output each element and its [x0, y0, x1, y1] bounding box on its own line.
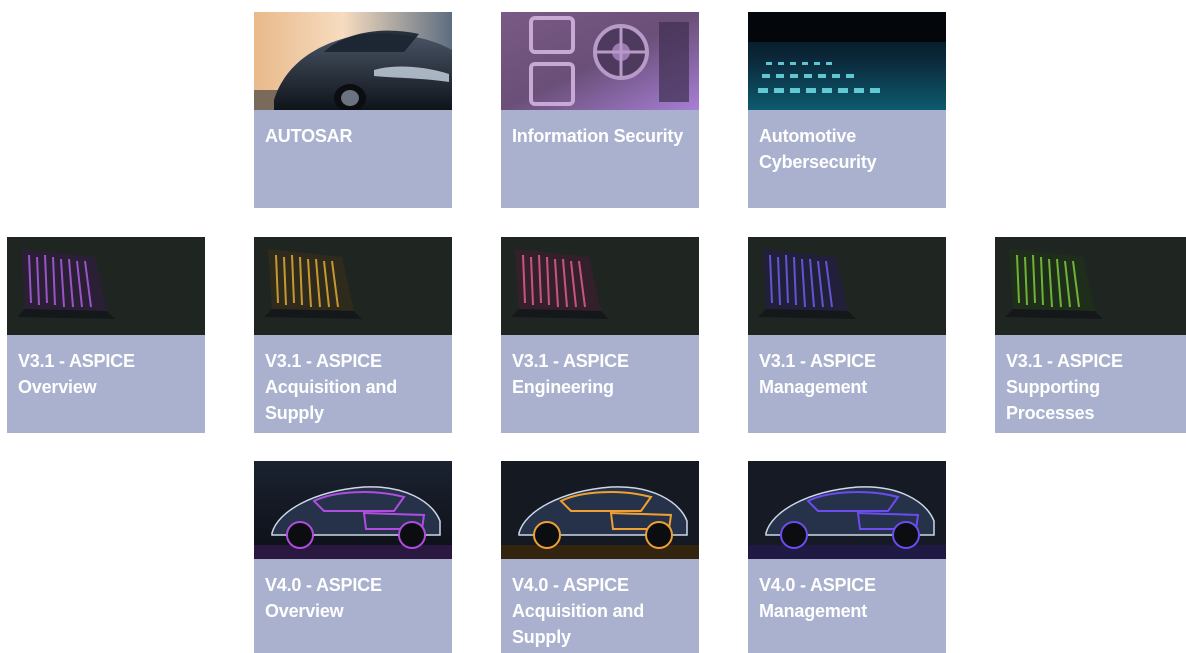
course-card-autosar[interactable]: AUTOSAR: [254, 12, 452, 208]
course-card-v31-overview[interactable]: V3.1 - ASPICE Overview: [7, 237, 205, 433]
course-card-v40-overview[interactable]: V4.0 - ASPICE Overview: [254, 461, 452, 653]
wireframe-car-purple-image: [254, 461, 452, 559]
course-card-automotive-cybersecurity[interactable]: Automotive Cybersecurity: [748, 12, 946, 208]
wireframe-car-orange-image: [501, 461, 699, 559]
course-card-v31-supporting[interactable]: V3.1 - ASPICE Supporting Processes: [995, 237, 1186, 433]
course-title: Automotive Cybersecurity: [759, 126, 877, 172]
course-card-v31-acquisition[interactable]: V3.1 - ASPICE Acquisition and Supply: [254, 237, 452, 433]
course-card-v31-engineering[interactable]: V3.1 - ASPICE Engineering: [501, 237, 699, 433]
course-title: V4.0 - ASPICE Management: [759, 575, 876, 621]
course-title: V4.0 - ASPICE Acquisition and Supply: [512, 575, 645, 647]
course-title: Information Security: [512, 126, 684, 146]
laptop-code-green-image: [995, 237, 1186, 335]
laptop-code-pink-image: [501, 237, 699, 335]
laptop-code-blue-image: [748, 237, 946, 335]
course-card-information-security[interactable]: Information Security: [501, 12, 699, 208]
course-title: V3.1 - ASPICE Management: [759, 351, 876, 397]
laptop-code-yellow-image: [254, 237, 452, 335]
course-title: V3.1 - ASPICE Supporting Processes: [1006, 351, 1123, 423]
course-card-v40-management[interactable]: V4.0 - ASPICE Management: [748, 461, 946, 653]
wireframe-car-blue-image: [748, 461, 946, 559]
course-title: V3.1 - ASPICE Overview: [18, 351, 135, 397]
course-title: V3.1 - ASPICE Engineering: [512, 351, 629, 397]
laptop-code-purple-image: [7, 237, 205, 335]
glowing-keyboard-image: [748, 12, 946, 110]
course-title: AUTOSAR: [265, 126, 353, 146]
course-title: V3.1 - ASPICE Acquisition and Supply: [265, 351, 398, 423]
course-card-v31-management[interactable]: V3.1 - ASPICE Management: [748, 237, 946, 433]
bank-vault-image: [501, 12, 699, 110]
course-title: V4.0 - ASPICE Overview: [265, 575, 382, 621]
course-card-v40-acquisition[interactable]: V4.0 - ASPICE Acquisition and Supply: [501, 461, 699, 653]
sports-car-image: [254, 12, 452, 110]
